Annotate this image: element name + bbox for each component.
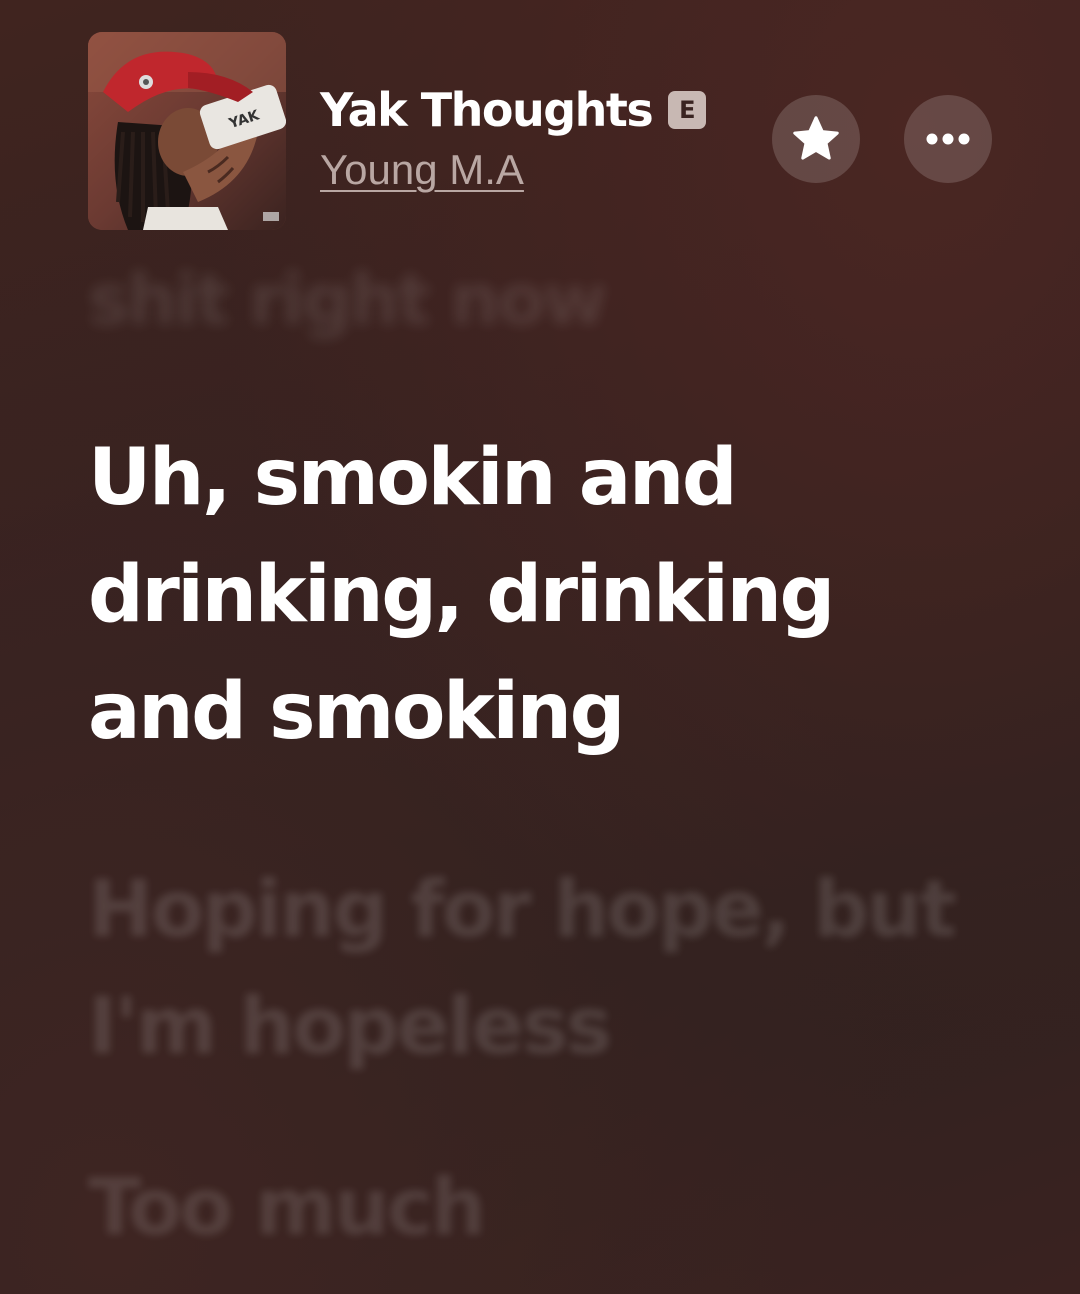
star-icon bbox=[793, 116, 839, 160]
song-title-row: Yak Thoughts E bbox=[320, 80, 707, 140]
album-artwork[interactable]: YAK bbox=[88, 32, 286, 230]
more-options-button[interactable] bbox=[904, 95, 992, 183]
lyric-line-next[interactable]: Hoping for hope, but I'm hopeless bbox=[88, 852, 988, 1086]
song-title: Yak Thoughts bbox=[320, 83, 654, 137]
now-playing-header: YAK Yak Thoughts E Young M.A bbox=[0, 0, 1080, 250]
explicit-badge: E bbox=[668, 91, 707, 129]
lyric-line-previous[interactable]: shit right now bbox=[88, 242, 988, 359]
ellipsis-icon bbox=[926, 133, 970, 145]
favorite-button[interactable] bbox=[772, 95, 860, 183]
lyric-line-upcoming[interactable]: Too much bbox=[88, 1150, 988, 1267]
lyric-line-current[interactable]: Uh, smokin and drinking, drinking and sm… bbox=[88, 420, 988, 771]
album-cover-image: YAK bbox=[88, 32, 286, 230]
artist-link[interactable]: Young M.A bbox=[320, 146, 524, 194]
